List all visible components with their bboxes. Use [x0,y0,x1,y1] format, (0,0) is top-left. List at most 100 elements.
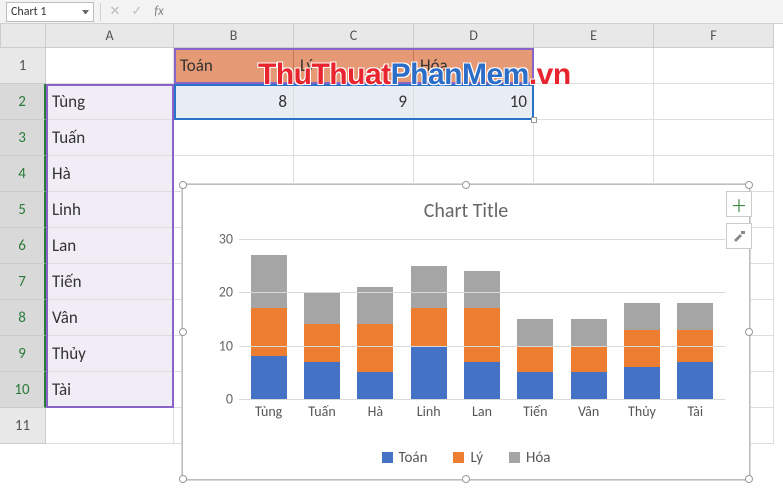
x-tick-label: Tuấn [299,403,345,420]
resize-handle[interactable] [179,328,187,336]
chart-add-element-button[interactable]: ＋ [726,191,752,217]
bar-segment [304,324,340,361]
chart-style-button[interactable] [726,223,752,249]
x-tick-label: Linh [406,403,452,420]
bar-segment [464,271,500,308]
bar-column[interactable] [624,303,660,399]
cell[interactable]: Hà [46,156,174,192]
legend-item[interactable]: Toán [382,449,428,467]
x-tick-label: Hà [352,403,398,420]
col-header[interactable]: C [294,24,414,48]
row-header[interactable]: 6 [0,228,46,264]
bar-column[interactable] [517,319,553,399]
cell[interactable]: 9 [294,84,414,120]
formula-input[interactable] [173,2,783,22]
cell[interactable]: Tùng [46,84,174,120]
resize-handle[interactable] [462,181,470,189]
bar-segment [251,255,287,308]
cell[interactable]: Vân [46,300,174,336]
bar-column[interactable] [357,287,393,399]
resize-handle[interactable] [745,328,753,336]
row-header[interactable]: 8 [0,300,46,336]
col-header[interactable]: F [654,24,774,48]
gridline [239,346,725,347]
bar-segment [411,346,447,399]
row-header[interactable]: 1 [0,48,46,84]
bar-column[interactable] [464,271,500,399]
cell[interactable]: Hóa [414,48,534,84]
row-header[interactable]: 10 [0,372,46,408]
row-header[interactable]: 5 [0,192,46,228]
row-header[interactable]: 3 [0,120,46,156]
gridline [239,292,725,293]
cell[interactable]: 10 [414,84,534,120]
fx-icon[interactable]: fx [151,4,167,19]
row-header[interactable]: 2 [0,84,46,120]
chart-title[interactable]: Chart Title [183,199,749,223]
x-tick-label: Tài [672,403,718,420]
cell[interactable]: Tài [46,372,174,408]
chart-object[interactable]: ＋ Chart Title TùngTuấnHàLinhLanTiếnVânTh… [182,184,750,480]
cell[interactable]: Thủy [46,336,174,372]
cell[interactable]: 8 [174,84,294,120]
gridline [239,239,725,240]
cell[interactable]: Toán [174,48,294,84]
cell[interactable] [654,48,774,84]
cell[interactable]: Lan [46,228,174,264]
cell[interactable]: Tiến [46,264,174,300]
bar-segment [517,346,553,373]
legend-swatch [509,452,520,463]
bar-segment [677,362,713,399]
cell[interactable]: Lý [294,48,414,84]
resize-handle[interactable] [745,181,753,189]
formula-bar: Chart 1 ✕ ✓ fx [0,0,783,24]
bar-column[interactable] [411,266,447,399]
col-header[interactable]: D [414,24,534,48]
bar-column[interactable] [251,255,287,399]
cell[interactable]: Tuấn [46,120,174,156]
row-header[interactable]: 9 [0,336,46,372]
y-tick-label: 30 [219,231,233,248]
col-header[interactable]: B [174,24,294,48]
resize-handle[interactable] [179,475,187,483]
bar-segment [517,372,553,399]
y-tick-label: 0 [226,391,233,408]
bar-column[interactable] [571,319,607,399]
bar-segment [304,292,340,324]
bar-segment [251,308,287,356]
gridline [239,399,725,400]
worksheet[interactable]: A B C D E F 1 Toán Lý Hóa 2 Tùng 8 9 10 … [0,24,783,444]
col-header[interactable]: A [46,24,174,48]
chevron-down-icon[interactable] [82,10,89,14]
bar-segment [357,372,393,399]
name-box[interactable]: Chart 1 [6,2,94,22]
bar-column[interactable] [677,303,713,399]
resize-handle[interactable] [462,475,470,483]
resize-handle[interactable] [179,181,187,189]
cell[interactable] [534,48,654,84]
cell[interactable] [534,84,654,120]
separator [100,3,101,21]
row-header[interactable]: 7 [0,264,46,300]
cancel-icon: ✕ [107,4,123,19]
cell[interactable]: Linh [46,192,174,228]
col-header[interactable]: E [534,24,654,48]
resize-handle[interactable] [745,475,753,483]
legend-item[interactable]: Lý [453,449,483,467]
legend-item[interactable]: Hóa [509,449,550,467]
table-row: 1 Toán Lý Hóa [0,48,783,84]
bar-segment [624,330,660,367]
bar-segment [571,346,607,373]
bar-segment [571,372,607,399]
chart-plot-area[interactable]: TùngTuấnHàLinhLanTiếnVânThủyTài 0102030 [239,239,725,399]
row-header[interactable]: 11 [0,408,46,444]
cell[interactable] [46,48,174,84]
cell[interactable] [654,84,774,120]
chart-legend[interactable]: Toán Lý Hóa [183,449,749,467]
select-all-corner[interactable] [0,24,46,48]
accept-icon: ✓ [129,4,145,19]
bar-segment [624,367,660,399]
row-header[interactable]: 4 [0,156,46,192]
table-row: 3 Tuấn [0,120,783,156]
bar-segment [357,324,393,372]
